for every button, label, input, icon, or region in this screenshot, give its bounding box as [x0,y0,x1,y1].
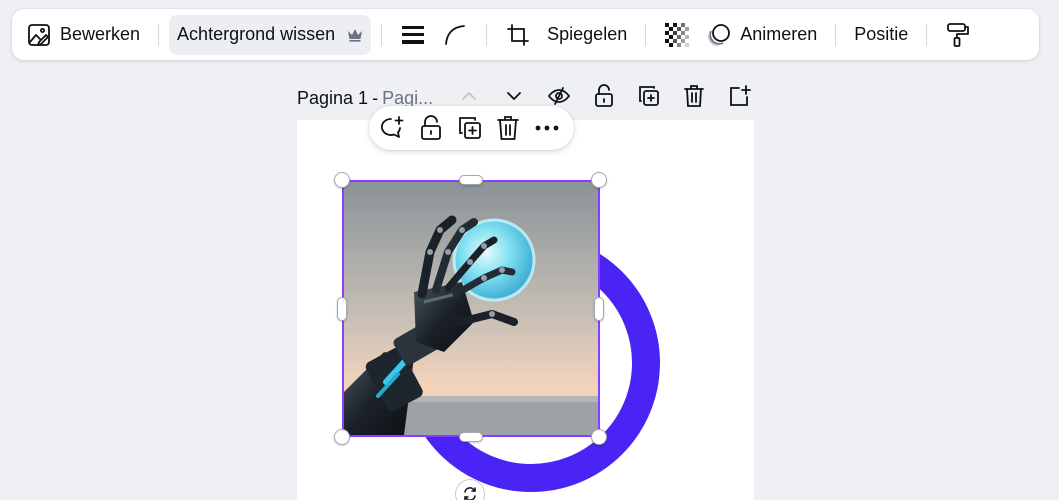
trash-icon[interactable] [682,84,706,108]
resize-handle-top-left[interactable] [334,172,350,188]
background-remover-label: Achtergrond wissen [177,24,336,44]
transparency-icon [664,22,690,48]
comment-add-icon[interactable] [379,115,405,141]
paint-roller-icon [945,22,971,48]
flip-label: Spiegelen [547,24,628,44]
duplicate-page-icon[interactable] [637,84,661,108]
crop-icon [505,22,531,48]
corner-rounding-button[interactable] [434,15,476,55]
selected-image[interactable] [342,180,600,437]
toolbar-divider [486,23,488,46]
resize-handle-right[interactable] [594,297,604,321]
crown-icon [347,28,363,42]
animate-label: Animeren [740,24,818,44]
add-page-icon[interactable] [727,84,751,108]
resize-handle-bottom-left[interactable] [334,429,350,445]
background-remover-button[interactable]: Achtergrond wissen [169,14,372,55]
toolbar-divider [645,23,647,46]
chevron-down-icon[interactable] [502,84,526,108]
lock-icon[interactable] [592,84,616,108]
more-icon[interactable] [534,115,560,141]
trash-icon[interactable] [497,115,521,141]
duplicate-icon[interactable] [457,115,483,141]
robot-hand-image [344,182,598,435]
toolbar-divider [835,23,837,46]
border-style-button[interactable] [392,15,434,55]
crop-button[interactable] [497,15,539,55]
resize-handle-top[interactable] [459,175,483,185]
border-style-icon [400,22,426,48]
animate-button[interactable]: Animeren [698,15,825,55]
resize-handle-left[interactable] [337,297,347,321]
animate-icon [706,22,732,48]
toolbar-divider [158,23,160,46]
resize-handle-bottom[interactable] [459,432,483,442]
edit-image-button[interactable]: Bewerken [18,15,148,55]
position-label: Positie [854,24,909,44]
corner-rounding-icon [442,22,468,48]
editor-toolbar: Bewerken Achtergrond wissen Spiegelen An… [12,9,1039,60]
copy-style-button[interactable] [937,15,979,55]
hide-eye-icon[interactable] [547,84,571,108]
chevron-up-icon[interactable] [457,84,481,108]
element-context-toolbar [369,106,574,150]
flip-button[interactable]: Spiegelen [539,15,635,55]
rotate-icon [462,486,478,500]
toolbar-divider [381,23,383,46]
page-title: Pagina 1- [297,87,379,108]
transparency-button[interactable] [656,15,698,55]
page-actions [457,84,772,108]
resize-handle-bottom-right[interactable] [591,429,607,445]
lock-icon[interactable] [419,115,443,141]
edit-image-label: Bewerken [60,24,141,44]
resize-handle-top-right[interactable] [591,172,607,188]
toolbar-divider [926,23,928,46]
position-button[interactable]: Positie [846,15,916,55]
image-edit-icon [26,22,52,48]
